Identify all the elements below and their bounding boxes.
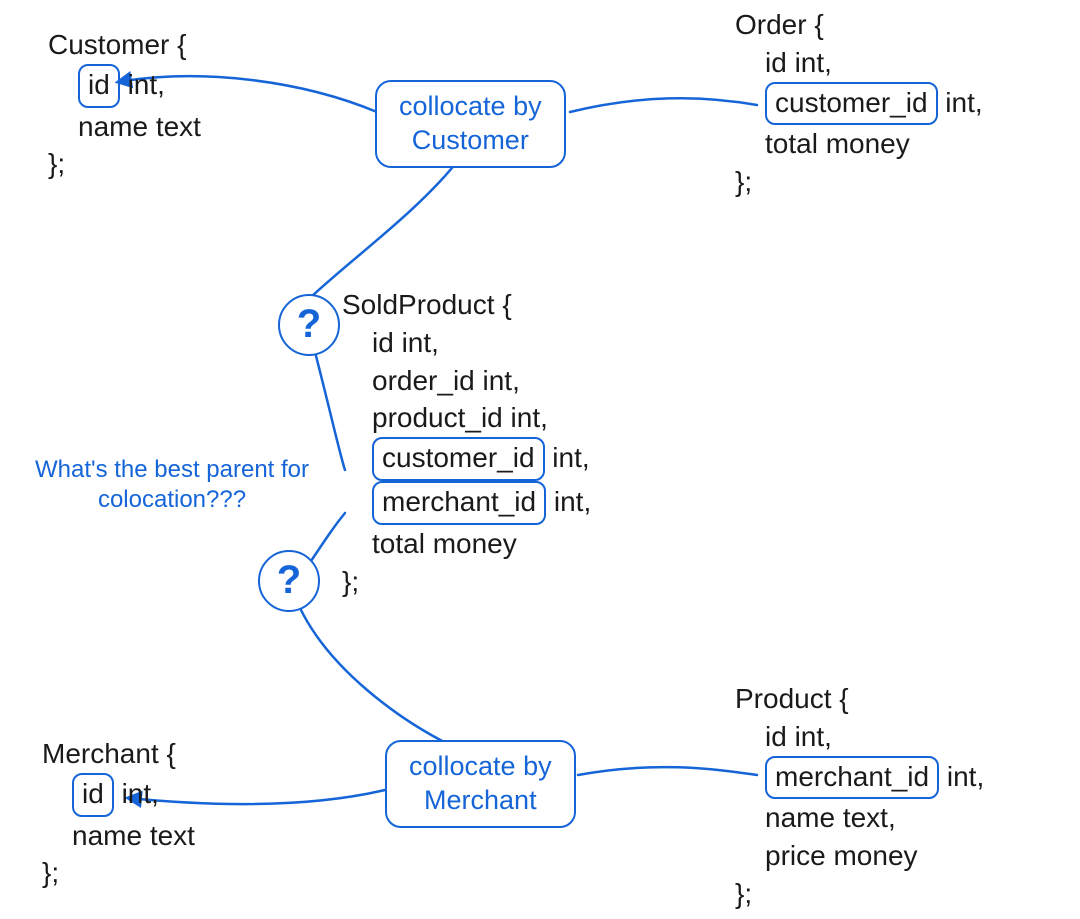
- soldproduct-f6: total money: [342, 525, 591, 563]
- order-title: Order {: [735, 6, 983, 44]
- edge-collocate-merchant-to-product-merchantid: [578, 767, 757, 775]
- customer-field-id: id int,: [48, 64, 201, 108]
- merchant-close: };: [42, 854, 195, 892]
- soldproduct-close: };: [342, 563, 591, 601]
- soldproduct-f4: customer_id int,: [342, 437, 591, 481]
- entity-order: Order { id int, customer_id int, total m…: [735, 6, 983, 201]
- soldproduct-f2: order_id int,: [342, 362, 591, 400]
- aside-l2: colocation???: [12, 485, 332, 515]
- soldproduct-f3: product_id int,: [342, 399, 591, 437]
- order-field-total: total money: [735, 125, 983, 163]
- edge-q1-to-soldproduct-customerid: [315, 352, 345, 470]
- merchant-title: Merchant {: [42, 735, 195, 773]
- product-f2: merchant_id int,: [735, 756, 984, 800]
- diagram-canvas: Customer { id int, name text }; Order { …: [0, 0, 1080, 919]
- merchant-id-key: id: [72, 773, 114, 817]
- order-field-customerid: customer_id int,: [735, 82, 983, 126]
- customer-field-name: name text: [48, 108, 201, 146]
- product-merchantid-key: merchant_id: [765, 756, 939, 800]
- edge-collocate-customer-to-order-customerid: [570, 98, 757, 112]
- customer-close: };: [48, 145, 201, 183]
- order-customerid-type: int,: [938, 87, 983, 118]
- question-bubble-top: ?: [278, 294, 340, 356]
- edge-collocate-customer-to-q1: [310, 158, 460, 298]
- product-f1: id int,: [735, 718, 984, 756]
- customer-title: Customer {: [48, 26, 201, 64]
- customer-id-type: int,: [120, 69, 165, 100]
- edge-q2-to-collocate-merchant: [300, 608, 450, 745]
- entity-soldproduct: SoldProduct { id int, order_id int, prod…: [342, 286, 591, 600]
- soldproduct-customerid-type: int,: [545, 442, 590, 473]
- entity-merchant: Merchant { id int, name text };: [42, 735, 195, 892]
- order-customerid-key: customer_id: [765, 82, 938, 126]
- collocate-customer-l2: Customer: [399, 124, 542, 158]
- collocate-customer-l1: collocate by: [399, 90, 542, 124]
- soldproduct-title: SoldProduct {: [342, 286, 591, 324]
- order-field-id: id int,: [735, 44, 983, 82]
- product-title: Product {: [735, 680, 984, 718]
- merchant-field-name: name text: [42, 817, 195, 855]
- product-merchantid-type: int,: [939, 761, 984, 792]
- entity-customer: Customer { id int, name text };: [48, 26, 201, 183]
- entity-product: Product { id int, merchant_id int, name …: [735, 680, 984, 913]
- customer-id-key: id: [78, 64, 120, 108]
- collocate-by-customer-box: collocate by Customer: [375, 80, 566, 168]
- aside-question-note: What's the best parent for colocation???: [12, 455, 332, 515]
- product-f4: price money: [735, 837, 984, 875]
- question-bubble-bottom: ?: [258, 550, 320, 612]
- collocate-merchant-l2: Merchant: [409, 784, 552, 818]
- order-close: };: [735, 163, 983, 201]
- merchant-field-id: id int,: [42, 773, 195, 817]
- product-close: };: [735, 875, 984, 913]
- aside-l1: What's the best parent for: [12, 455, 332, 485]
- soldproduct-f5: merchant_id int,: [342, 481, 591, 525]
- collocate-by-merchant-box: collocate by Merchant: [385, 740, 576, 828]
- merchant-id-type: int,: [114, 778, 159, 809]
- soldproduct-f1: id int,: [342, 324, 591, 362]
- question-mark-icon: ?: [277, 558, 301, 602]
- product-f3: name text,: [735, 799, 984, 837]
- soldproduct-customerid-key: customer_id: [372, 437, 545, 481]
- soldproduct-merchantid-type: int,: [546, 486, 591, 517]
- question-mark-icon: ?: [297, 302, 321, 346]
- collocate-merchant-l1: collocate by: [409, 750, 552, 784]
- soldproduct-merchantid-key: merchant_id: [372, 481, 546, 525]
